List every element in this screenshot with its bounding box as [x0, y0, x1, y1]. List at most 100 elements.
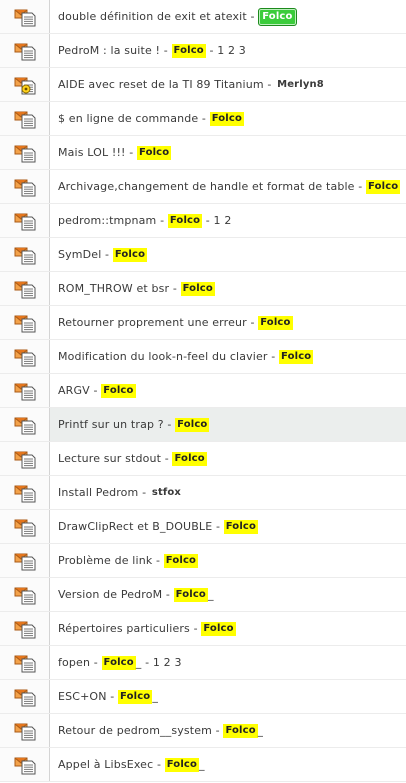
topic-row[interactable]: Mais LOL !!! - Folco: [0, 136, 406, 170]
topic-row[interactable]: AIDE avec reset de la TI 89 Titanium - M…: [0, 68, 406, 102]
message-icon: [14, 347, 36, 367]
topic-icon-cell: [0, 748, 50, 781]
message-icon: [14, 483, 36, 503]
topic-title-link[interactable]: double définition de exit et atexit: [58, 10, 247, 23]
author-badge[interactable]: Folco: [223, 723, 258, 738]
topic-text: Répertoires particuliers - Folco: [50, 621, 236, 636]
topic-icon-cell: [0, 170, 50, 203]
topic-title-link[interactable]: Problème de link: [58, 554, 152, 567]
author-badge[interactable]: Folco: [163, 553, 199, 568]
topic-text: Printf sur un trap ? - Folco: [50, 417, 210, 432]
author-badge[interactable]: Folco: [112, 247, 148, 262]
topic-title-link[interactable]: Version de PedroM: [58, 588, 162, 601]
message-icon: [14, 313, 36, 333]
topic-icon-cell: [0, 578, 50, 611]
pages-separator: -: [205, 44, 218, 57]
topic-title-link[interactable]: PedroM : la suite !: [58, 44, 160, 57]
topic-icon-cell: [0, 714, 50, 747]
title-author-separator: -: [153, 758, 165, 771]
title-author-separator: -: [198, 112, 210, 125]
topic-row[interactable]: Archivage,changement de handle et format…: [0, 170, 406, 204]
topic-title-link[interactable]: fopen: [58, 656, 90, 669]
topic-row[interactable]: Retour de pedrom__system - Folco _: [0, 714, 406, 748]
author-badge[interactable]: Folco: [137, 145, 172, 160]
author-badge[interactable]: Folco: [279, 349, 314, 364]
topic-icon-cell: [0, 136, 50, 169]
topic-row[interactable]: SymDel - Folco: [0, 238, 406, 272]
title-author-separator: -: [212, 724, 224, 737]
topic-title-link[interactable]: Printf sur un trap ?: [58, 418, 164, 431]
topic-row[interactable]: Modification du look-n-feel du clavier -…: [0, 340, 406, 374]
topic-row[interactable]: $ en ligne de commande - Folco: [0, 102, 406, 136]
topic-icon-cell: [0, 680, 50, 713]
topic-title-link[interactable]: $ en ligne de commande: [58, 112, 198, 125]
topic-row[interactable]: ARGV - Folco: [0, 374, 406, 408]
author-badge[interactable]: Folco: [164, 757, 199, 772]
topic-title-link[interactable]: SymDel: [58, 248, 101, 261]
topic-row[interactable]: Retourner proprement une erreur - Folco: [0, 306, 406, 340]
topic-row[interactable]: ROM_THROW et bsr - Folco: [0, 272, 406, 306]
author-badge[interactable]: Folco: [201, 621, 236, 636]
author-badge[interactable]: Folco: [258, 315, 293, 330]
topic-title-link[interactable]: Retour de pedrom__system: [58, 724, 212, 737]
author-badge[interactable]: Folco: [101, 655, 136, 670]
author-badge[interactable]: Folco: [223, 519, 259, 534]
message-icon: [14, 585, 36, 605]
page-links[interactable]: 1 2 3: [217, 44, 246, 57]
author-badge[interactable]: Folco: [366, 179, 401, 194]
page-links[interactable]: 1 2 3: [153, 656, 182, 669]
page-links[interactable]: 1 2: [214, 214, 232, 227]
topic-title-link[interactable]: Install Pedrom: [58, 486, 138, 499]
author-badge[interactable]: Folco: [118, 689, 153, 704]
title-author-separator: -: [101, 248, 113, 261]
topic-text: Archivage,changement de handle et format…: [50, 179, 401, 194]
author-badge[interactable]: Folco: [172, 451, 207, 466]
topic-row[interactable]: fopen - Folco _ - 1 2 3: [0, 646, 406, 680]
topic-icon-cell: [0, 340, 50, 373]
topic-title-link[interactable]: Mais LOL !!!: [58, 146, 126, 159]
topic-title-link[interactable]: ARGV: [58, 384, 90, 397]
topic-text: Mais LOL !!! - Folco: [50, 145, 172, 160]
title-author-separator: -: [156, 214, 168, 227]
topic-row[interactable]: pedrom::tmpnam - Folco - 1 2: [0, 204, 406, 238]
topic-title-link[interactable]: ESC+ON: [58, 690, 107, 703]
title-author-separator: -: [138, 486, 150, 499]
topic-row[interactable]: Problème de link - Folco: [0, 544, 406, 578]
topic-title-link[interactable]: Appel à LibsExec: [58, 758, 153, 771]
topic-title-link[interactable]: ROM_THROW et bsr: [58, 282, 169, 295]
topic-icon-cell: [0, 646, 50, 679]
author-badge[interactable]: Merlyn8: [275, 78, 326, 92]
author-badge[interactable]: Folco: [180, 281, 215, 296]
topic-row[interactable]: Printf sur un trap ? - Folco: [0, 408, 406, 442]
author-badge[interactable]: Folco: [101, 383, 136, 398]
topic-title-link[interactable]: Retourner proprement une erreur: [58, 316, 247, 329]
author-badge[interactable]: Folco: [167, 213, 203, 228]
author-badge[interactable]: Folco: [209, 111, 244, 126]
topic-title-link[interactable]: AIDE avec reset de la TI 89 Titanium: [58, 78, 264, 91]
topic-row[interactable]: Répertoires particuliers - Folco: [0, 612, 406, 646]
topic-row[interactable]: double définition de exit et atexit - Fo…: [0, 0, 406, 34]
author-badge[interactable]: Folco: [173, 587, 208, 602]
topic-icon-cell: [0, 306, 50, 339]
author-badge[interactable]: Folco: [258, 7, 297, 26]
message-icon: [14, 279, 36, 299]
topic-title-link[interactable]: Répertoires particuliers: [58, 622, 190, 635]
topic-row[interactable]: Appel à LibsExec - Folco _: [0, 748, 406, 782]
title-author-separator: -: [89, 384, 102, 397]
author-badge[interactable]: Folco: [175, 417, 210, 432]
message-icon: [14, 619, 36, 639]
topic-row[interactable]: Install Pedrom - stfox: [0, 476, 406, 510]
topic-row[interactable]: DrawClipRect et B_DOUBLE - Folco: [0, 510, 406, 544]
topic-text: double définition de exit et atexit - Fo…: [50, 7, 297, 26]
topic-title-link[interactable]: Lecture sur stdout: [58, 452, 161, 465]
topic-row[interactable]: Lecture sur stdout - Folco: [0, 442, 406, 476]
topic-row[interactable]: ESC+ON - Folco _: [0, 680, 406, 714]
topic-title-link[interactable]: pedrom::tmpnam: [58, 214, 156, 227]
topic-row[interactable]: PedroM : la suite ! - Folco - 1 2 3: [0, 34, 406, 68]
author-badge[interactable]: Folco: [171, 43, 206, 58]
topic-title-link[interactable]: Archivage,changement de handle et format…: [58, 180, 355, 193]
topic-title-link[interactable]: Modification du look-n-feel du clavier: [58, 350, 268, 363]
topic-title-link[interactable]: DrawClipRect et B_DOUBLE: [58, 520, 212, 533]
topic-row[interactable]: Version de PedroM - Folco _: [0, 578, 406, 612]
author-badge[interactable]: stfox: [150, 486, 183, 500]
